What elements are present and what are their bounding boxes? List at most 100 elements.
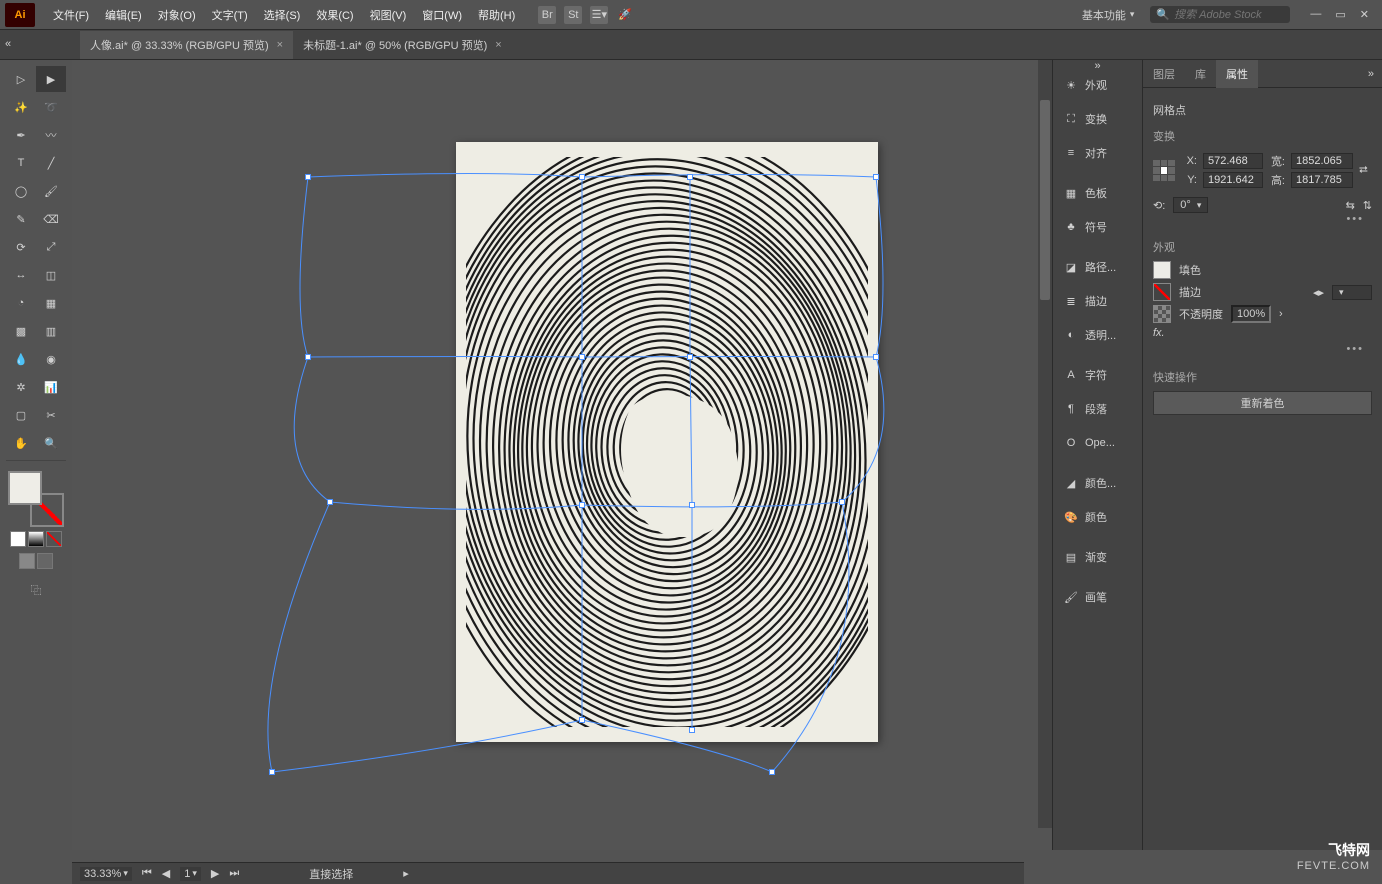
curvature-tool[interactable]: 〰 [36,122,66,148]
y-input[interactable] [1203,172,1263,188]
mesh-handle[interactable] [327,499,333,505]
stroke-weight-stepper[interactable]: ◂▸ [1313,286,1324,299]
width-input[interactable] [1291,153,1353,169]
mesh-handle[interactable] [873,354,879,360]
artboard-first-icon[interactable]: ⏮ [142,867,152,880]
panel-collapse-icon[interactable]: » [1368,68,1382,80]
none-mode-icon[interactable] [46,531,62,547]
scale-tool[interactable]: ⤢ [36,234,66,260]
mesh-handle[interactable] [689,502,695,508]
mesh-handle[interactable] [579,354,585,360]
flip-h-icon[interactable]: ⇆ [1346,199,1355,212]
flip-v-icon[interactable]: ⇅ [1363,199,1372,212]
draw-normal-icon[interactable] [19,553,35,569]
direct-selection-tool[interactable]: ▶ [36,66,66,92]
dock-appearance[interactable]: ☀外观 [1053,68,1142,102]
menu-object[interactable]: 对象(O) [150,7,204,23]
opacity-chevron-icon[interactable]: › [1279,308,1283,320]
close-icon[interactable]: × [495,39,501,51]
mesh-handle[interactable] [579,502,585,508]
artboard-tool[interactable]: ▢ [6,402,36,428]
menu-select[interactable]: 选择(S) [256,7,309,23]
free-transform-tool[interactable]: ◫ [36,262,66,288]
search-input[interactable] [1174,9,1284,21]
x-input[interactable] [1203,153,1263,169]
hand-tool[interactable]: ✋ [6,430,36,456]
more-options-icon[interactable]: ••• [1346,213,1364,225]
expand-toolbar-tab[interactable]: « [1,34,15,54]
blend-tool[interactable]: ◉ [36,346,66,372]
ellipse-tool[interactable]: ◯ [6,178,36,204]
height-input[interactable] [1291,172,1353,188]
dock-color[interactable]: 🎨颜色 [1053,500,1142,534]
line-tool[interactable]: ╱ [36,150,66,176]
link-icon[interactable]: ⮂ [1359,164,1368,177]
reference-point-grid[interactable] [1153,160,1175,182]
bridge-icon[interactable]: Br [538,6,556,24]
rotate-tool[interactable]: ⟳ [6,234,36,260]
mesh-handle[interactable] [689,727,695,733]
stock-icon[interactable]: St [564,6,582,24]
color-mode-icon[interactable] [10,531,26,547]
recolor-button[interactable]: 重新着色 [1153,391,1372,415]
slice-tool[interactable]: ✂ [36,402,66,428]
mesh-handle[interactable] [687,174,693,180]
more-options-icon[interactable]: ••• [1346,343,1364,355]
stroke-weight-input[interactable]: ▾ [1332,285,1372,300]
tab-layers[interactable]: 图层 [1143,60,1185,88]
draw-behind-icon[interactable] [37,553,53,569]
mesh-handle[interactable] [305,174,311,180]
mesh-handle[interactable] [839,499,845,505]
mesh-handle[interactable] [579,174,585,180]
fill-stroke-swatch[interactable] [8,471,64,527]
opacity-swatch-icon[interactable] [1153,305,1171,323]
canvas[interactable] [72,60,1052,850]
symbol-sprayer-tool[interactable]: ✲ [6,374,36,400]
fill-swatch-icon[interactable] [1153,261,1171,279]
perspective-tool[interactable]: ▦ [36,290,66,316]
status-arrow-icon[interactable]: ▸ [403,867,409,880]
vertical-scrollbar[interactable] [1038,60,1052,828]
type-tool[interactable]: T [6,150,36,176]
dock-align[interactable]: ≡对齐 [1053,136,1142,170]
dock-color-guide[interactable]: ◢颜色... [1053,466,1142,500]
artboard-next-icon[interactable]: ▶ [211,867,219,880]
menu-effect[interactable]: 效果(C) [308,7,361,23]
window-close-icon[interactable]: ✕ [1360,8,1369,21]
dock-transparency[interactable]: ◐透明... [1053,318,1142,352]
dock-collapse-icon[interactable]: » [1053,60,1142,68]
mesh-handle[interactable] [769,769,775,775]
menu-file[interactable]: 文件(F) [45,7,97,23]
width-tool[interactable]: ↔ [6,262,36,288]
selection-tool[interactable]: ▷ [6,66,36,92]
doc-tab-1[interactable]: 人像.ai* @ 33.33% (RGB/GPU 预览) × [80,31,293,59]
dock-transform[interactable]: ⛶变换 [1053,102,1142,136]
window-minimize-icon[interactable]: — [1310,8,1321,21]
dock-character[interactable]: A字符 [1053,358,1142,392]
mesh-handle[interactable] [305,354,311,360]
magic-wand-tool[interactable]: ✨ [6,94,36,120]
dock-paragraph[interactable]: ¶段落 [1053,392,1142,426]
gpu-icon[interactable]: 🚀 [616,6,634,24]
pen-tool[interactable]: ✒ [6,122,36,148]
dock-opentype[interactable]: OOpe... [1053,426,1142,460]
shape-builder-tool[interactable]: ◔ [6,290,36,316]
graph-tool[interactable]: 📊 [36,374,66,400]
dock-pathfinder[interactable]: ◪路径... [1053,250,1142,284]
doc-tab-2[interactable]: 未标题-1.ai* @ 50% (RGB/GPU 预览) × [293,31,512,59]
arrange-icon[interactable]: ☰▾ [590,6,608,24]
gradient-tool[interactable]: ▥ [36,318,66,344]
paintbrush-tool[interactable]: 🖌 [36,178,66,204]
zoom-selector[interactable]: 33.33% ▾ [80,867,132,881]
artboard-last-icon[interactable]: ⏭ [229,867,239,880]
scrollbar-thumb[interactable] [1040,100,1050,300]
eraser-tool[interactable]: ⌫ [36,206,66,232]
mesh-tool[interactable]: ▩ [6,318,36,344]
search-box[interactable]: 🔍 [1150,6,1290,23]
artboard-index[interactable]: 1 ▾ [180,867,201,881]
dock-stroke[interactable]: ≣描边 [1053,284,1142,318]
menu-window[interactable]: 窗口(W) [414,7,470,23]
fill-swatch[interactable] [8,471,42,505]
menu-edit[interactable]: 编辑(E) [97,7,150,23]
dock-gradient[interactable]: ▤渐变 [1053,540,1142,574]
